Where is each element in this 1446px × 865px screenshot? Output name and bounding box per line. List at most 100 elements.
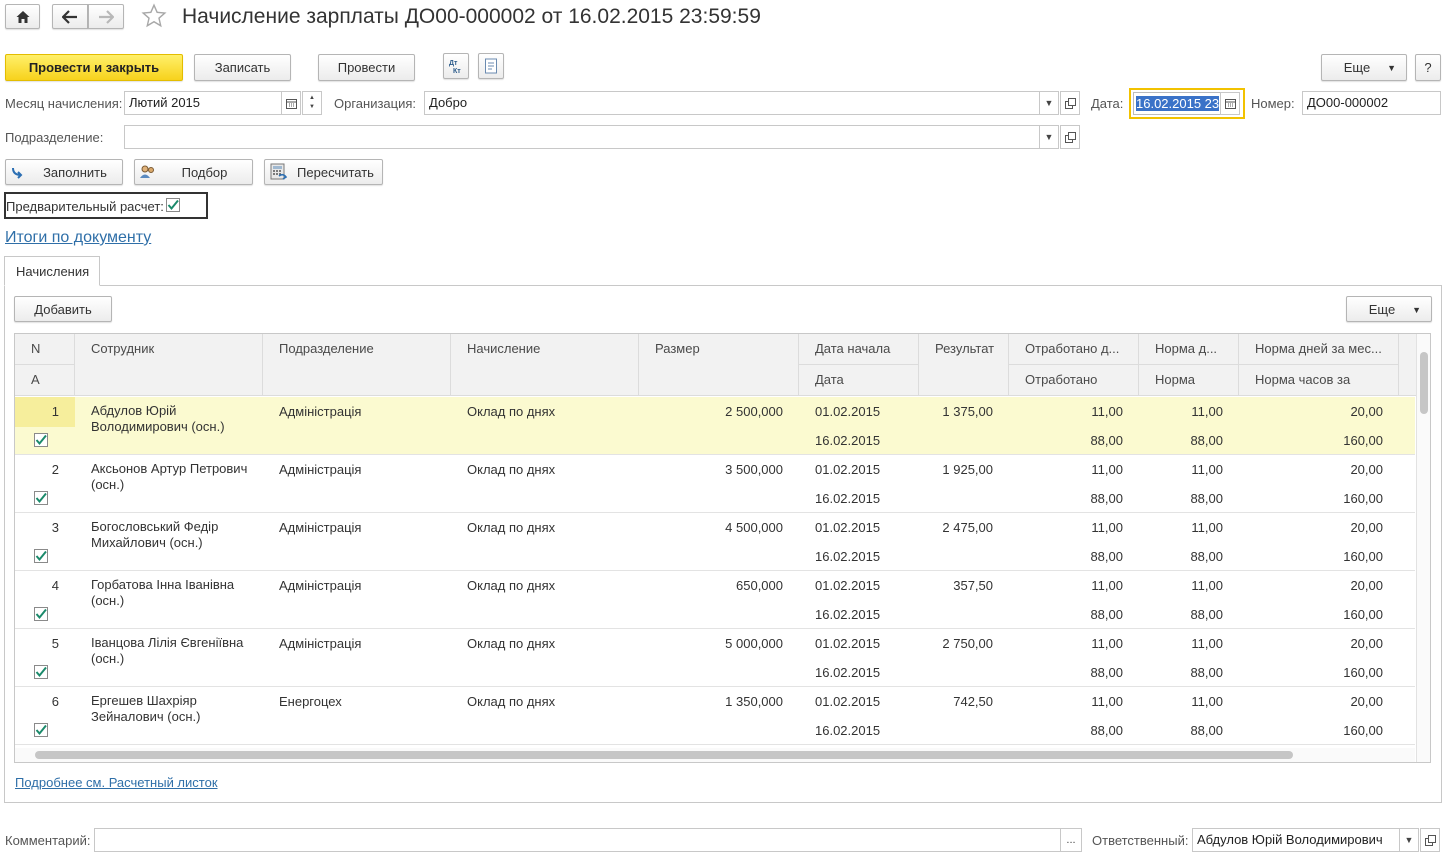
responsible-dropdown-button[interactable]: ▼ [1399, 828, 1419, 852]
row-end-date[interactable]: 16.02.2015 [815, 665, 915, 680]
fill-button[interactable]: Заполнить [5, 159, 123, 185]
org-open-button[interactable] [1060, 91, 1080, 115]
debit-credit-button[interactable]: Дт Кт [443, 53, 469, 79]
col-n[interactable]: N [15, 334, 75, 365]
row-worked-days[interactable]: 11,00 [1009, 636, 1123, 651]
row-amount[interactable]: 650,000 [639, 578, 783, 593]
row-month-days[interactable]: 20,00 [1239, 636, 1383, 651]
calendar-button[interactable] [281, 91, 301, 115]
row-month-hours[interactable]: 160,00 [1239, 491, 1383, 506]
col-norm-days[interactable]: Норма д... [1139, 334, 1239, 365]
col-worked-days[interactable]: Отработано д... [1009, 334, 1139, 365]
row-worked-hours[interactable]: 88,00 [1009, 491, 1123, 506]
row-month-hours[interactable]: 160,00 [1239, 433, 1383, 448]
row-month-days[interactable]: 20,00 [1239, 578, 1383, 593]
row-accrual[interactable]: Оклад по днях [467, 578, 637, 593]
row-accrual[interactable]: Оклад по днях [467, 404, 637, 419]
row-month-days[interactable]: 20,00 [1239, 404, 1383, 419]
table-row[interactable]: 4 Горбатова Інна Іванівна (осн.) Адміністр… [15, 571, 1415, 629]
row-department[interactable]: Адміністрація [279, 578, 449, 593]
back-button[interactable] [52, 4, 88, 29]
comment-expand-button[interactable]: ... [1060, 828, 1082, 852]
col-end-date[interactable]: Дата [799, 365, 919, 396]
table-row[interactable]: 3 Богословський Федір Михайлович (осн.) Ад… [15, 513, 1415, 571]
row-norm-hours[interactable]: 88,00 [1139, 549, 1223, 564]
row-norm-days[interactable]: 11,00 [1139, 578, 1223, 593]
row-employee[interactable]: Ергешев Шахріяр Зейналович (осн.) [91, 693, 261, 725]
row-month-days[interactable]: 20,00 [1239, 694, 1383, 709]
home-button[interactable] [5, 4, 40, 29]
row-worked-days[interactable]: 11,00 [1009, 462, 1123, 477]
row-worked-days[interactable]: 11,00 [1009, 694, 1123, 709]
row-number[interactable]: 1 [15, 404, 59, 419]
col-a[interactable]: A [15, 365, 75, 396]
org-dropdown-button[interactable]: ▼ [1039, 91, 1059, 115]
row-start-date[interactable]: 01.02.2015 [815, 404, 915, 419]
row-employee[interactable]: Богословський Федір Михайлович (осн.) [91, 519, 261, 551]
add-row-button[interactable]: Добавить [14, 296, 112, 322]
totals-link[interactable]: Итоги по документу [5, 229, 151, 247]
row-start-date[interactable]: 01.02.2015 [815, 520, 915, 535]
table-row[interactable]: 1 Абдулов Юрій Володимирович (осн.) Адміні… [15, 397, 1415, 455]
row-department[interactable]: Адміністрація [279, 404, 449, 419]
row-department[interactable]: Адміністрація [279, 462, 449, 477]
col-amount[interactable]: Размер [639, 334, 799, 396]
stepper-up-icon[interactable]: ▲ [309, 94, 315, 103]
col-norm-hours[interactable]: Норма часов за [1239, 365, 1399, 396]
row-worked-hours[interactable]: 88,00 [1009, 665, 1123, 680]
row-result[interactable]: 2 475,00 [919, 520, 993, 535]
vertical-scrollbar[interactable] [1416, 334, 1430, 762]
row-worked-days[interactable]: 11,00 [1009, 404, 1123, 419]
col-accrual[interactable]: Начисление [451, 334, 639, 396]
col-worked[interactable]: Отработано [1009, 365, 1139, 396]
dept-open-button[interactable] [1060, 125, 1080, 149]
accruals-table[interactable]: N A Сотрудник Подразделение Начисление Р… [14, 333, 1431, 763]
row-amount[interactable]: 4 500,000 [639, 520, 783, 535]
row-month-days[interactable]: 20,00 [1239, 520, 1383, 535]
responsible-input[interactable]: Абдулов Юрій Володимирович [1192, 828, 1400, 852]
post-and-close-button[interactable]: Провести и закрыть [5, 54, 183, 81]
row-number[interactable]: 5 [15, 636, 59, 651]
table-row[interactable]: 5 Іванцова Лілія Євгеніївна (осн.) Адмініс… [15, 629, 1415, 687]
row-norm-days[interactable]: 11,00 [1139, 636, 1223, 651]
responsible-open-button[interactable] [1420, 828, 1440, 852]
help-button[interactable]: ? [1415, 54, 1441, 81]
col-norm[interactable]: Норма [1139, 365, 1239, 396]
row-result[interactable]: 2 750,00 [919, 636, 993, 651]
row-worked-hours[interactable]: 88,00 [1009, 433, 1123, 448]
row-worked-hours[interactable]: 88,00 [1009, 723, 1123, 738]
row-norm-hours[interactable]: 88,00 [1139, 723, 1223, 738]
row-active-checkbox[interactable] [34, 433, 48, 447]
col-norm-month[interactable]: Норма дней за мес... [1239, 334, 1399, 365]
stepper-down-icon[interactable]: ▼ [309, 103, 315, 112]
row-start-date[interactable]: 01.02.2015 [815, 462, 915, 477]
row-active-checkbox[interactable] [34, 723, 48, 737]
row-department[interactable]: Адміністрація [279, 636, 449, 651]
row-number[interactable]: 2 [15, 462, 59, 477]
star-icon[interactable] [141, 3, 167, 32]
row-month-days[interactable]: 20,00 [1239, 462, 1383, 477]
col-department[interactable]: Подразделение [263, 334, 451, 396]
row-amount[interactable]: 2 500,000 [639, 404, 783, 419]
dept-dropdown-button[interactable]: ▼ [1039, 125, 1059, 149]
row-start-date[interactable]: 01.02.2015 [815, 578, 915, 593]
table-more-button[interactable]: Еще ▼ [1346, 296, 1432, 322]
row-employee[interactable]: Іванцова Лілія Євгеніївна (осн.) [91, 635, 261, 667]
row-month-hours[interactable]: 160,00 [1239, 723, 1383, 738]
row-employee[interactable]: Горбатова Інна Іванівна (осн.) [91, 577, 261, 609]
row-norm-hours[interactable]: 88,00 [1139, 607, 1223, 622]
horizontal-scroll-thumb[interactable] [35, 751, 1293, 759]
row-worked-hours[interactable]: 88,00 [1009, 607, 1123, 622]
prelim-calc-checkbox[interactable] [166, 198, 180, 212]
row-month-hours[interactable]: 160,00 [1239, 549, 1383, 564]
date-input[interactable]: 16.02.2015 23 [1133, 92, 1221, 115]
row-worked-days[interactable]: 11,00 [1009, 578, 1123, 593]
row-result[interactable]: 742,50 [919, 694, 993, 709]
col-employee[interactable]: Сотрудник [75, 334, 263, 396]
row-number[interactable]: 6 [15, 694, 59, 709]
row-end-date[interactable]: 16.02.2015 [815, 723, 915, 738]
post-button[interactable]: Провести [318, 54, 415, 81]
row-norm-days[interactable]: 11,00 [1139, 520, 1223, 535]
row-amount[interactable]: 1 350,000 [639, 694, 783, 709]
horizontal-scrollbar[interactable] [15, 748, 1415, 762]
